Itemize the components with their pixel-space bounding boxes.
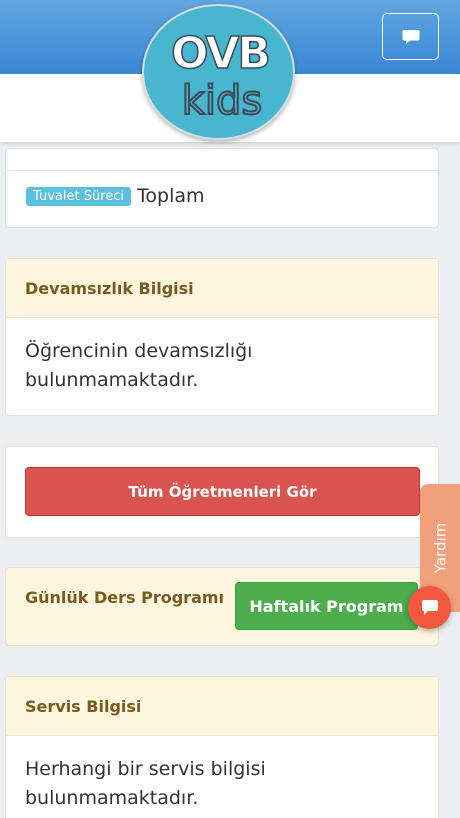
schedule-card: Günlük Ders Programı Haftalık Program (5, 567, 439, 646)
help-tab-label: Yardım (431, 522, 449, 574)
absence-text-line1: Öğrencinin devamsızlığı (25, 340, 253, 362)
weekly-schedule-button[interactable]: Haftalık Program (235, 582, 418, 630)
absence-card-header: Devamsızlık Bilgisi (6, 259, 438, 318)
service-text-line1: Herhangi bir servis bilgisi (25, 758, 266, 780)
absence-card-body: Öğrencinin devamsızlığı bulunmamaktadır. (6, 318, 438, 395)
service-card-title: Servis Bilgisi (25, 696, 142, 716)
ovb-kids-logo[interactable]: OVB kids (142, 4, 295, 140)
service-card: Servis Bilgisi Herhangi bir servis bilgi… (5, 676, 439, 818)
svg-text:kids: kids (182, 78, 263, 124)
card-divider (6, 170, 438, 171)
chat-icon (421, 600, 438, 615)
svg-text:OVB: OVB (171, 28, 269, 79)
all-teachers-button[interactable]: Tüm Öğretmenleri Gör (25, 467, 420, 516)
toilet-process-card: Tuvalet Süreci Toplam (5, 148, 439, 228)
service-card-body: Herhangi bir servis bilgisi bulunmamakta… (6, 736, 438, 813)
absence-card-title: Devamsızlık Bilgisi (25, 278, 194, 298)
messages-button[interactable] (382, 13, 439, 60)
service-card-header: Servis Bilgisi (6, 677, 438, 736)
chat-bubble-icon (402, 29, 419, 44)
live-chat-button[interactable] (408, 586, 451, 629)
absence-text-line2: bulunmamaktadır. (25, 369, 199, 391)
schedule-card-title: Günlük Ders Programı (25, 588, 225, 607)
absence-card: Devamsızlık Bilgisi Öğrencinin devamsızl… (5, 258, 439, 416)
toilet-process-badge: Tuvalet Süreci (26, 186, 132, 206)
teachers-card: Tüm Öğretmenleri Gör (5, 446, 439, 538)
service-text-line2: bulunmamaktadır. (25, 787, 199, 809)
toilet-total-text: Toplam (137, 185, 205, 207)
